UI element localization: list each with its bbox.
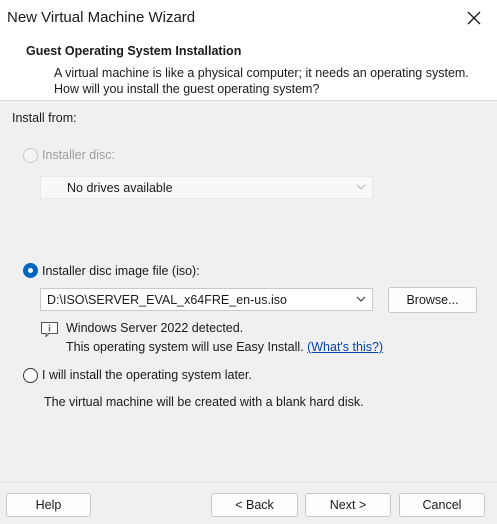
header-title: Guest Operating System Installation bbox=[26, 44, 242, 58]
install-later-description: The virtual machine will be created with… bbox=[44, 395, 364, 409]
cancel-button[interactable]: Cancel bbox=[399, 493, 485, 517]
install-later-label: I will install the operating system late… bbox=[42, 368, 252, 382]
easy-install-text: This operating system will use Easy Inst… bbox=[66, 340, 304, 354]
browse-button[interactable]: Browse... bbox=[388, 287, 477, 313]
window-title: New Virtual Machine Wizard bbox=[7, 9, 196, 26]
chevron-down-icon bbox=[356, 184, 366, 190]
iso-radio[interactable] bbox=[23, 263, 38, 278]
os-detected-text: Windows Server 2022 detected. bbox=[66, 321, 244, 335]
iso-path-combobox[interactable]: D:\ISO\SERVER_EVAL_x64FRE_en-us.iso bbox=[40, 288, 373, 311]
close-button[interactable] bbox=[451, 0, 497, 36]
install-later-radio[interactable] bbox=[23, 368, 38, 383]
back-button[interactable]: < Back bbox=[211, 493, 298, 517]
wizard-header: Guest Operating System Installation A vi… bbox=[0, 36, 497, 101]
header-description: A virtual machine is like a physical com… bbox=[54, 66, 469, 96]
installer-disc-radio[interactable] bbox=[23, 148, 38, 163]
footer-divider bbox=[0, 482, 497, 483]
installer-disc-dropdown-value: No drives available bbox=[67, 181, 173, 195]
whats-this-link[interactable]: (What's this?) bbox=[307, 340, 383, 354]
install-from-label: Install from: bbox=[12, 111, 77, 125]
iso-label: Installer disc image file (iso): bbox=[42, 264, 200, 278]
iso-path-value: D:\ISO\SERVER_EVAL_x64FRE_en-us.iso bbox=[47, 293, 287, 307]
installer-disc-label: Installer disc: bbox=[42, 148, 115, 162]
close-icon bbox=[467, 11, 481, 25]
help-button[interactable]: Help bbox=[6, 493, 91, 517]
title-bar: New Virtual Machine Wizard bbox=[0, 0, 497, 36]
installer-disc-dropdown[interactable]: No drives available bbox=[40, 176, 373, 199]
chevron-down-icon bbox=[356, 296, 366, 302]
next-button[interactable]: Next > bbox=[305, 493, 391, 517]
info-icon bbox=[41, 322, 58, 337]
